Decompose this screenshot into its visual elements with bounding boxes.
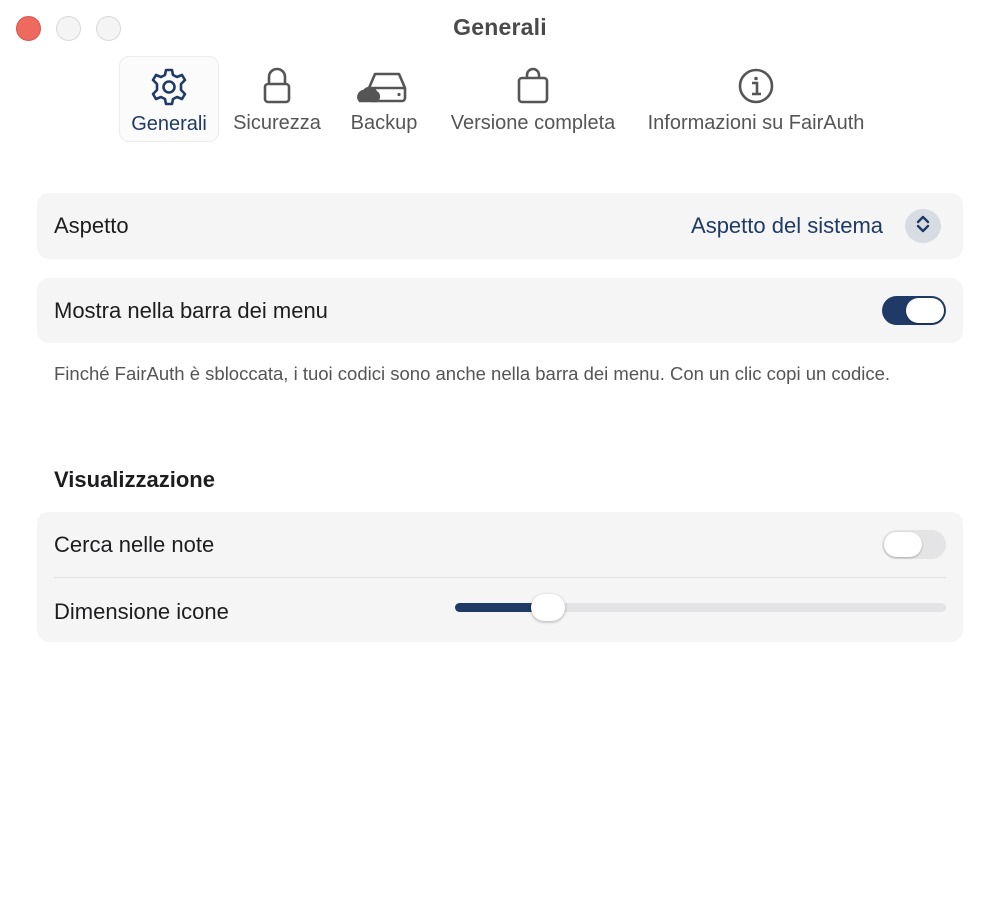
cloud-drive-icon — [357, 66, 411, 106]
tab-generali[interactable]: Generali — [119, 56, 219, 142]
appearance-label: Aspetto — [54, 213, 129, 238]
lock-icon — [261, 66, 293, 106]
window-title: Generali — [453, 14, 547, 40]
toggle-knob — [884, 532, 922, 557]
preferences-toolbar: Generali Sicurezza Backup Versione compl… — [0, 56, 1000, 146]
search-notes-toggle[interactable] — [882, 530, 946, 559]
tab-label: Backup — [350, 112, 418, 134]
menubar-toggle[interactable] — [882, 296, 946, 325]
tab-label: Versione completa — [450, 112, 616, 134]
menubar-group: Mostra nella barra dei menu — [37, 278, 963, 343]
tab-label: Generali — [131, 113, 207, 135]
display-group: Cerca nelle note Dimensione icone — [37, 512, 963, 642]
icon-size-label: Dimensione icone — [54, 599, 229, 624]
tab-versione-completa[interactable]: Versione completa — [443, 56, 623, 142]
tab-backup[interactable]: Backup — [344, 56, 424, 142]
icon-size-slider[interactable] — [455, 594, 946, 621]
tab-informazioni[interactable]: Informazioni su FairAuth — [640, 56, 872, 142]
info-circle-icon — [736, 66, 776, 106]
menubar-label: Mostra nella barra dei menu — [54, 298, 328, 323]
section-title-visualizzazione: Visualizzazione — [54, 467, 215, 492]
search-notes-label: Cerca nelle note — [54, 532, 215, 557]
slider-thumb[interactable] — [531, 594, 566, 621]
tab-label: Informazioni su FairAuth — [647, 112, 865, 134]
appearance-group: Aspetto Aspetto del sistema — [37, 193, 963, 259]
appearance-popup[interactable]: Aspetto del sistema — [691, 213, 883, 239]
appearance-popup-stepper[interactable] — [905, 209, 941, 243]
toggle-knob — [906, 298, 944, 323]
tab-sicurezza[interactable]: Sicurezza — [226, 56, 328, 142]
chevron-up-down-icon — [916, 214, 930, 239]
tab-label: Sicurezza — [233, 112, 321, 134]
menubar-note: Finché FairAuth è sbloccata, i tuoi codi… — [54, 363, 891, 384]
row-divider — [54, 577, 946, 578]
gear-icon — [149, 67, 189, 107]
shopping-bag-icon — [516, 66, 550, 106]
